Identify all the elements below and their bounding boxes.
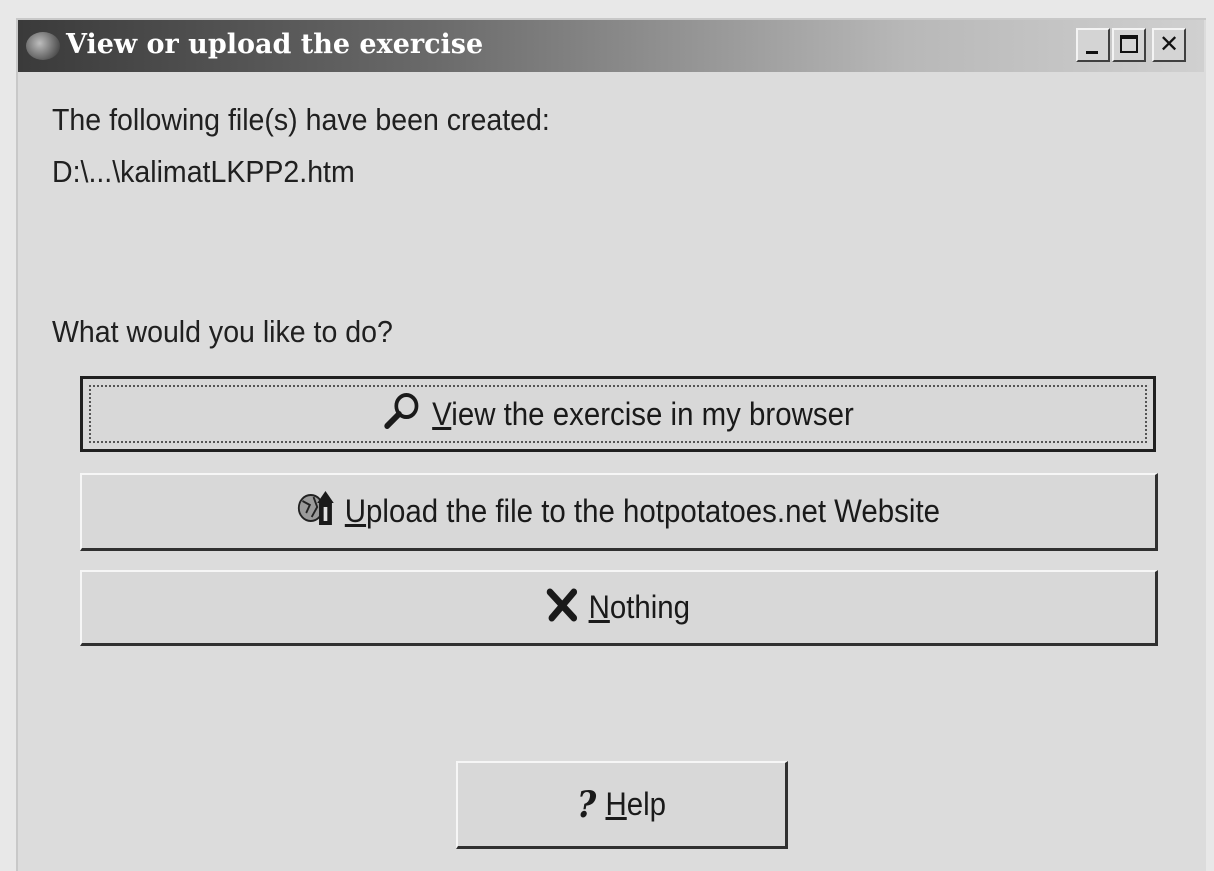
close-button[interactable]: ✕ — [1152, 28, 1186, 62]
nothing-button[interactable]: Nothing — [80, 570, 1158, 646]
close-icon: ✕ — [1158, 30, 1180, 58]
upload-to-website-button[interactable]: Upload the file to the hotpotatoes.net W… — [80, 473, 1158, 551]
minimize-icon — [1086, 51, 1098, 54]
upload-icon — [297, 489, 336, 535]
nothing-button-label: Nothing — [588, 589, 691, 625]
minimize-button[interactable] — [1076, 28, 1110, 62]
view-button-label: View the exercise in my browser — [432, 395, 854, 432]
question-label: What would you like to do? — [52, 314, 393, 349]
maximize-button[interactable] — [1112, 28, 1146, 62]
x-icon — [547, 586, 580, 630]
view-in-browser-button[interactable]: View the exercise in my browser — [80, 376, 1156, 452]
magnifier-icon — [382, 391, 422, 437]
upload-button-label: Upload the file to the hotpotatoes.net W… — [344, 493, 941, 529]
files-created-label: The following file(s) have been created: — [52, 102, 550, 137]
help-button[interactable]: ? Help — [456, 761, 788, 849]
file-path: D:\...\kalimatLKPP2.htm — [52, 154, 355, 189]
title-bar[interactable]: View or upload the exercise ✕ — [18, 20, 1204, 72]
help-button-label: Help — [605, 786, 667, 822]
window-title: View or upload the exercise — [66, 29, 484, 60]
app-icon — [26, 32, 60, 60]
maximize-icon — [1120, 35, 1138, 53]
dialog-window: View or upload the exercise ✕ The follow… — [16, 18, 1206, 871]
question-icon: ? — [576, 783, 597, 826]
